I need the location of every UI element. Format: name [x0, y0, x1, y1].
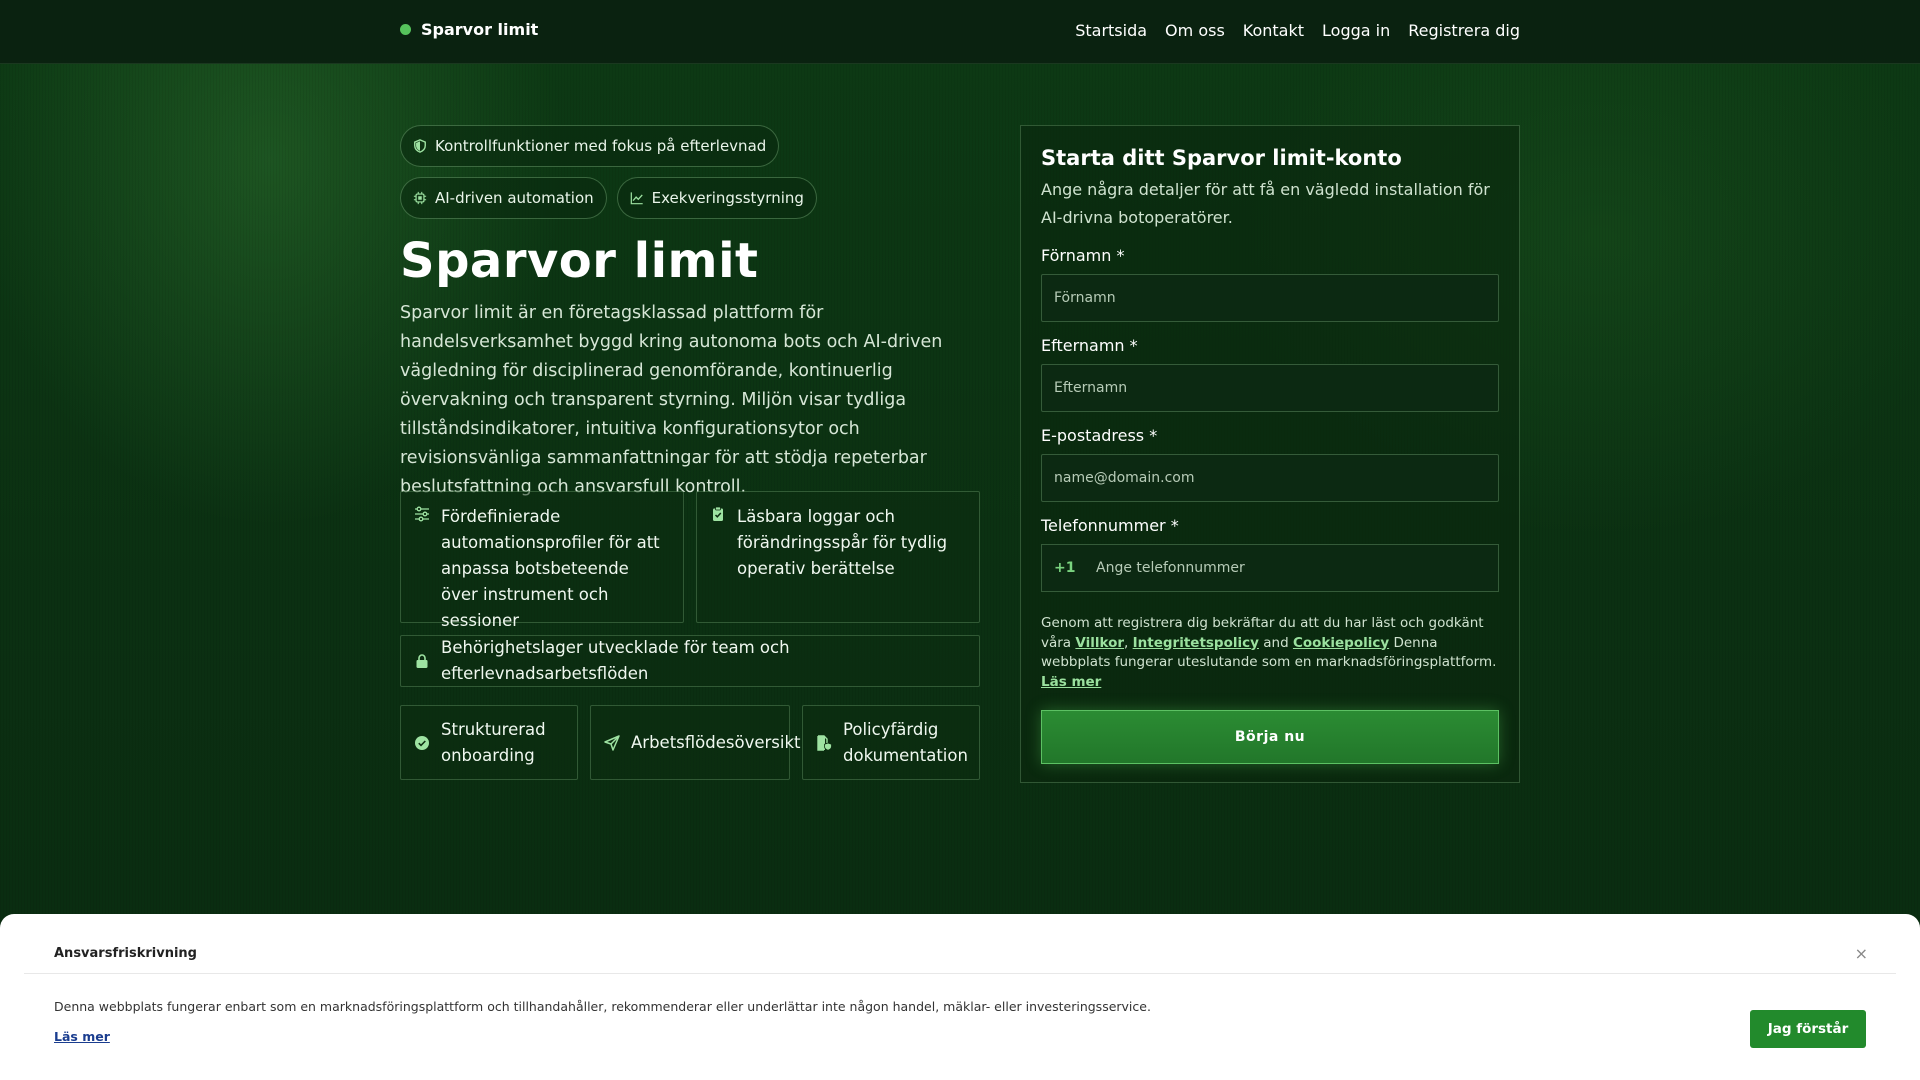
feature-card-permissions: Behörighetslager utvecklade för team och…	[400, 635, 980, 687]
divider	[24, 973, 1896, 974]
chip-compliance: Kontrollfunktioner med fokus på efterlev…	[400, 125, 780, 167]
phone-country-code[interactable]: +1	[1042, 560, 1096, 576]
lock-icon	[416, 654, 428, 668]
clipboard-check-icon	[713, 506, 723, 521]
close-icon[interactable]: ×	[1855, 944, 1868, 963]
nav-link-login[interactable]: Logga in	[1322, 21, 1390, 40]
feature-text: Policyfärdig dokumentation	[843, 719, 968, 765]
chip-ai-automation: AI-driven automation	[400, 177, 607, 219]
email-field[interactable]	[1041, 454, 1499, 502]
cookie-link[interactable]: Cookiepolicy	[1293, 635, 1389, 651]
email-label: E-postadress *	[1041, 426, 1158, 445]
read-more-link[interactable]: Läs mer	[1041, 674, 1101, 690]
legal-separator: ,	[1124, 634, 1129, 651]
accept-disclaimer-button[interactable]: Jag förstår	[1750, 1010, 1866, 1048]
terms-link[interactable]: Villkor	[1075, 635, 1124, 651]
form-subtitle: Ange några detaljer för att få en vägled…	[1041, 180, 1490, 227]
chart-line-icon	[630, 192, 643, 205]
chip-label: Exekveringsstyrning	[651, 189, 804, 207]
legal-and: and	[1263, 634, 1289, 651]
chip-icon	[413, 191, 427, 205]
chip-execution: Exekveringsstyrning	[616, 177, 817, 219]
form-title: Starta ditt Sparvor limit-konto	[1041, 146, 1402, 170]
page-title: Sparvor limit	[400, 233, 759, 289]
brand[interactable]: Sparvor limit	[400, 20, 538, 39]
feature-text: Läsbara loggar och förändringsspår för t…	[737, 507, 948, 578]
feature-text: Fördefinierade automationsprofiler för a…	[441, 507, 660, 630]
shield-icon	[414, 139, 426, 153]
first-name-label: Förnamn *	[1041, 246, 1125, 265]
feature-chips: Kontrollfunktioner med fokus på efterlev…	[400, 125, 980, 219]
nav-link-home[interactable]: Startsida	[1075, 21, 1147, 40]
phone-label: Telefonnummer *	[1041, 516, 1179, 535]
phone-group: +1	[1041, 544, 1499, 592]
disclaimer-text: Denna webbplats fungerar enbart som en m…	[54, 999, 1151, 1014]
last-name-field[interactable]	[1041, 364, 1499, 412]
legal-notice: Genom att registrera dig bekräftar du at…	[1041, 614, 1499, 692]
nav-link-about[interactable]: Om oss	[1165, 21, 1225, 40]
feature-card-documentation: Policyfärdig dokumentation	[802, 705, 980, 780]
file-shield-icon	[817, 734, 832, 751]
disclaimer-title: Ansvarsfriskrivning	[54, 946, 197, 961]
hero-description: Sparvor limit är en företagsklassad plat…	[400, 303, 943, 497]
main-nav: Startsida Om oss Kontakt Logga in Regist…	[1075, 21, 1520, 40]
feature-card-onboarding: Strukturerad onboarding	[400, 705, 578, 780]
feature-text: Strukturerad onboarding	[441, 719, 546, 765]
sliders-icon	[415, 506, 429, 522]
chip-label: Kontrollfunktioner med fokus på efterlev…	[435, 137, 767, 155]
nav-link-register[interactable]: Registrera dig	[1408, 21, 1520, 40]
hero-section: Kontrollfunktioner med fokus på efterlev…	[400, 125, 980, 502]
top-navbar: Sparvor limit Startsida Om oss Kontakt L…	[0, 0, 1920, 64]
nav-link-contact[interactable]: Kontakt	[1243, 21, 1304, 40]
disclaimer-banner: Ansvarsfriskrivning × Denna webbplats fu…	[0, 914, 1920, 1080]
send-icon	[604, 734, 620, 751]
last-name-label: Efternamn *	[1041, 336, 1138, 355]
feature-text: Arbetsflödesöversikt	[631, 732, 801, 752]
first-name-field[interactable]	[1041, 274, 1499, 322]
feature-card-profiles: Fördefinierade automationsprofiler för a…	[400, 491, 684, 630]
signup-form: Starta ditt Sparvor limit-konto Ange någ…	[1020, 125, 1520, 783]
disclaimer-read-more-link[interactable]: Läs mer	[54, 1029, 110, 1044]
feature-card-logs: Läsbara loggar och förändringsspår för t…	[696, 491, 980, 623]
privacy-link[interactable]: Integritetspolicy	[1133, 635, 1259, 651]
phone-field[interactable]	[1096, 545, 1498, 591]
brand-dot-icon	[400, 24, 411, 35]
feature-card-workflow: Arbetsflödesöversikt	[590, 705, 800, 780]
check-circle-icon	[415, 735, 429, 750]
start-now-button[interactable]: Börja nu	[1041, 710, 1499, 764]
chip-label: AI-driven automation	[435, 189, 594, 207]
brand-name: Sparvor limit	[421, 20, 539, 39]
feature-text: Behörighetslager utvecklade för team och…	[441, 638, 790, 683]
